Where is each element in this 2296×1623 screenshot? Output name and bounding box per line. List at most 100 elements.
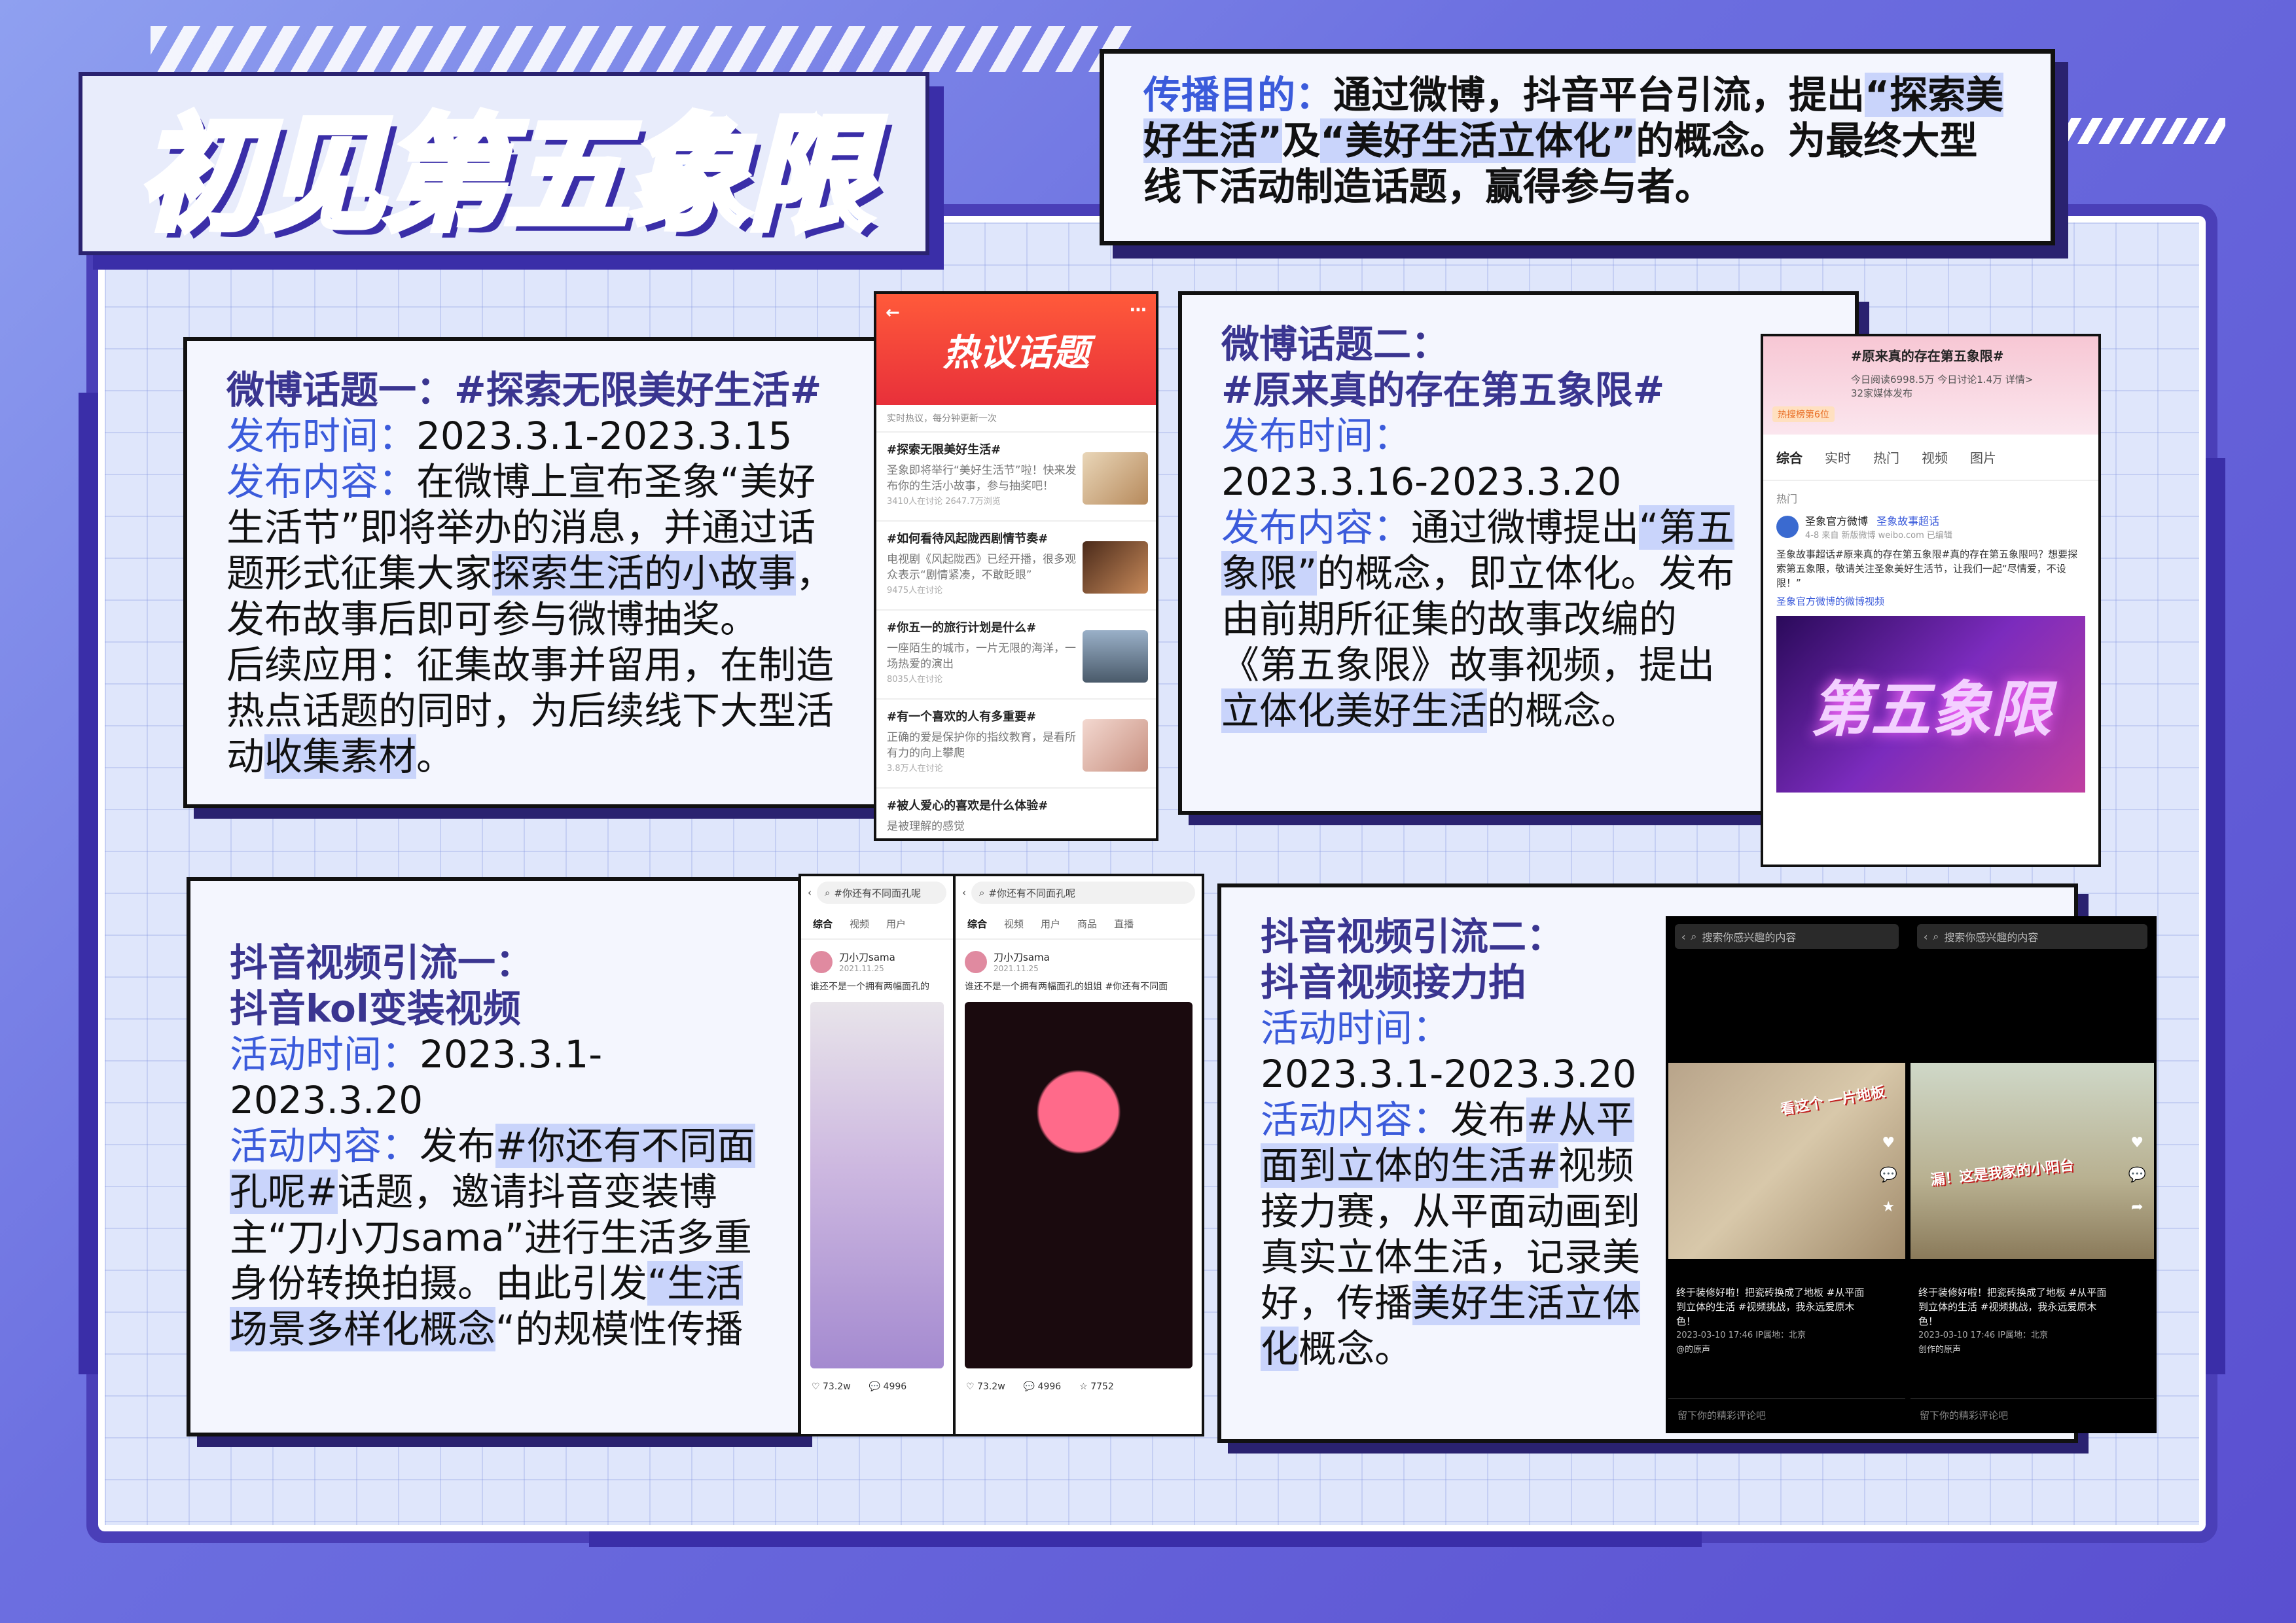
search-icon: ⌕	[1933, 930, 1939, 942]
card2-content-c: 的概念。	[1487, 688, 1640, 733]
video-frame[interactable]: 漏！这是我家的小阳台	[1910, 1063, 2154, 1259]
card3-content-label: 活动内容：	[230, 1124, 420, 1168]
card4-content-a: 发布	[1450, 1097, 1527, 1142]
list-item[interactable]: #有一个喜欢的人有多重要# 正确的爱是保护你的指纹教育，是看所有力的向上攀爬 3…	[876, 700, 1156, 789]
video-frame[interactable]: 看这个 一片地板	[1668, 1063, 1905, 1259]
more-icon[interactable]: ⋯	[1130, 300, 1147, 320]
weibo-topic2-header: #原来真的存在第五象限# 今日阅读6998.5万 今日讨论1.4万 详情> 32…	[1763, 336, 2098, 435]
list-item[interactable]: #如何看待风起陇西剧情节奏# 电视剧《风起陇西》已经开播，很多观众表示“剧情紧凑…	[876, 522, 1156, 611]
card3-heading-1: 抖音视频引流一：	[230, 940, 534, 985]
back-arrow-icon[interactable]: ‹	[808, 887, 812, 899]
card4-heading-1: 抖音视频引流二：	[1261, 914, 1565, 959]
back-arrow-icon[interactable]: ‹	[1924, 931, 1928, 943]
side-icons: ♥ 💬 ➦	[2128, 1135, 2146, 1215]
comment-input[interactable]: 留下你的精彩评论吧	[1910, 1398, 2154, 1431]
purpose-box: 传播目的：通过微博，抖音平台引流，提出“探索美好生活”及“美好生活立体化”的概念…	[1100, 49, 2055, 245]
caption-text: 终于装修好啦！把瓷砖换成了地板 #从平面到立体的生活 #视频挑战，我永远爱原木色…	[1918, 1287, 2107, 1327]
tab-shishi[interactable]: 实时	[1825, 448, 1851, 467]
tab-remen[interactable]: 热门	[1873, 448, 1899, 467]
topic-title: #被人爱心的喜欢是什么体验#	[887, 799, 1049, 813]
video-thumbnail[interactable]	[965, 1002, 1193, 1368]
share-icon[interactable]: ➦	[2131, 1199, 2143, 1215]
star-icon[interactable]: ☆ 7752	[1079, 1382, 1114, 1392]
tab-yonghu[interactable]: 用户	[1041, 917, 1060, 931]
heart-icon[interactable]: ♥	[2130, 1135, 2144, 1151]
heart-icon[interactable]: ♥	[1882, 1135, 1895, 1151]
search-input[interactable]: ‹ ⌕ 搜索你感兴趣的内容	[1917, 924, 2147, 949]
card2-heading-2: #原来真的存在第五象限#	[1221, 368, 1665, 412]
topic2-post: 圣象故事超话#原来真的存在第五象限#真的存在第五象限吗？想要探索第五象限，敬请关…	[1776, 548, 2078, 589]
list-item[interactable]: #你五一的旅行计划是什么# 一座陌生的城市，一片无限的海洋，一场热爱的演出 80…	[876, 611, 1156, 700]
search-icon: ⌕	[1691, 930, 1697, 942]
music-label[interactable]: 创作的原声	[1918, 1343, 2115, 1357]
video-thumbnail[interactable]	[810, 1002, 944, 1368]
tab-zhibo[interactable]: 直播	[1114, 917, 1134, 931]
list-item[interactable]: #被人爱心的喜欢是什么体验# 是被理解的感觉	[876, 789, 1156, 838]
search-input[interactable]: ⌕ #你还有不同面孔呢	[971, 882, 1195, 904]
like-icon[interactable]: ♡ 73.2w	[812, 1382, 851, 1392]
topic2-super[interactable]: 圣象故事超话	[1876, 515, 1939, 527]
douyin-dark-screenshot-2: ‹ ⌕ 搜索你感兴趣的内容 漏！这是我家的小阳台 ♥ 💬 ➦ 终于装修好啦！把瓷砖换…	[1908, 916, 2157, 1433]
weibo-hot-sub: 实时热议，每分钟更新一次	[876, 405, 1156, 433]
tab-zonghe[interactable]: 综合	[967, 917, 987, 931]
tab-zonghe[interactable]: 综合	[1776, 448, 1803, 467]
purpose-text-1: 通过微博，抖音平台引流，提出	[1333, 73, 1865, 117]
comment-placeholder: 留下你的精彩评论吧	[1920, 1409, 2009, 1421]
back-arrow-icon[interactable]: ←	[886, 303, 900, 323]
purpose-quote-2: “美好生活立体化”	[1320, 118, 1636, 163]
avatar[interactable]	[810, 950, 833, 973]
list-item[interactable]: #探索无限美好生活# 圣象即将举行“美好生活节”啦！快来发布你的生活小故事，参与…	[876, 433, 1156, 522]
post-date: 2021.11.25	[994, 964, 1039, 973]
avatar[interactable]	[965, 950, 987, 973]
comment-icon[interactable]: 💬	[2128, 1167, 2146, 1183]
card2-content-hl-2: 立体化美好生活	[1221, 688, 1488, 733]
tab-shipin[interactable]: 视频	[1004, 917, 1024, 931]
comment-icon[interactable]: 💬	[1880, 1167, 1897, 1183]
search-icon: ⌕	[825, 887, 831, 899]
music-label[interactable]: @的原声	[1676, 1343, 1873, 1357]
tab-tupian[interactable]: 图片	[1970, 448, 1996, 467]
comment-icon[interactable]: 💬 4996	[1024, 1382, 1062, 1392]
username[interactable]: 刀小刀sama	[994, 950, 1050, 964]
frame-accent-right	[2206, 458, 2225, 1374]
avatar[interactable]	[1776, 515, 1799, 538]
topic2-title: #原来真的存在第五象限#	[1851, 348, 2004, 364]
card2-heading-1: 微博话题二：	[1221, 322, 1450, 366]
frame-accent-left	[79, 393, 98, 1374]
card1-content-label: 发布内容：	[226, 459, 417, 504]
tab-yonghu[interactable]: 用户	[886, 917, 906, 931]
topic2-stats: 今日阅读6998.5万 今日讨论1.4万 详情>	[1851, 374, 2034, 385]
neon-video-thumbnail[interactable]: 第五象限	[1776, 616, 2085, 793]
back-arrow-icon[interactable]: ‹	[962, 887, 966, 899]
topic-desc: 圣象即将举行“美好生活节”啦！快来发布你的生活小故事，参与抽奖吧！	[887, 464, 1077, 493]
video-caption: 终于装修好啦！把瓷砖换成了地板 #从平面到立体的生活 #视频挑战，我永远爱原木色…	[1676, 1285, 1873, 1357]
card1-content-hl: 探索生活的小故事	[492, 551, 797, 596]
tab-shangpin[interactable]: 商品	[1077, 917, 1097, 931]
tab-shipin[interactable]: 视频	[1922, 448, 1948, 467]
search-text: #你还有不同面孔呢	[988, 887, 1075, 899]
tab-shipin[interactable]: 视频	[850, 917, 869, 931]
topic2-account[interactable]: 圣象官方微博	[1805, 515, 1868, 527]
like-icon[interactable]: ♡ 73.2w	[966, 1382, 1005, 1392]
weibo-hot-header: ← 热议话题 ⋯	[876, 294, 1156, 405]
back-arrow-icon[interactable]: ‹	[1681, 931, 1685, 943]
username[interactable]: 刀小刀sama	[839, 950, 895, 964]
weibo-hot-title: 热议话题	[942, 331, 1090, 374]
title-box: 初见第五象限	[79, 72, 929, 255]
tab-zonghe[interactable]: 综合	[813, 917, 833, 931]
topic2-video-link[interactable]: 圣象官方微博的微博视频	[1763, 593, 2098, 609]
caption-time: 2023-03-10 17:46 IP属地：北京	[1676, 1330, 1806, 1340]
search-input[interactable]: ‹ ⌕ 搜索你感兴趣的内容	[1675, 924, 1899, 949]
star-icon[interactable]: ★	[1882, 1199, 1895, 1215]
comment-input[interactable]: 留下你的精彩评论吧	[1668, 1398, 1905, 1431]
comment-icon[interactable]: 💬 4996	[869, 1382, 907, 1392]
topic2-post-header: 圣象官方微博 圣象故事超话 4-8 来自 新版微博 weibo.com 已编辑	[1763, 508, 2098, 544]
search-input[interactable]: ⌕ #你还有不同面孔呢	[817, 882, 946, 904]
video-caption: 终于装修好啦！把瓷砖换成了地板 #从平面到立体的生活 #视频挑战，我永远爱原木色…	[1918, 1285, 2115, 1357]
topic-desc: 电视剧《风起陇西》已经开播，很多观众表示“剧情紧凑，不敢眨眼”	[887, 553, 1076, 582]
topic-desc: 是被理解的感觉	[887, 820, 965, 833]
douyin2-tabs: 综合 视频 用户 商品 直播	[956, 909, 1202, 940]
page-title: 初见第五象限	[135, 99, 875, 251]
topic-thumbnail	[1083, 541, 1148, 594]
frame-accent-bottom	[589, 1531, 1702, 1547]
